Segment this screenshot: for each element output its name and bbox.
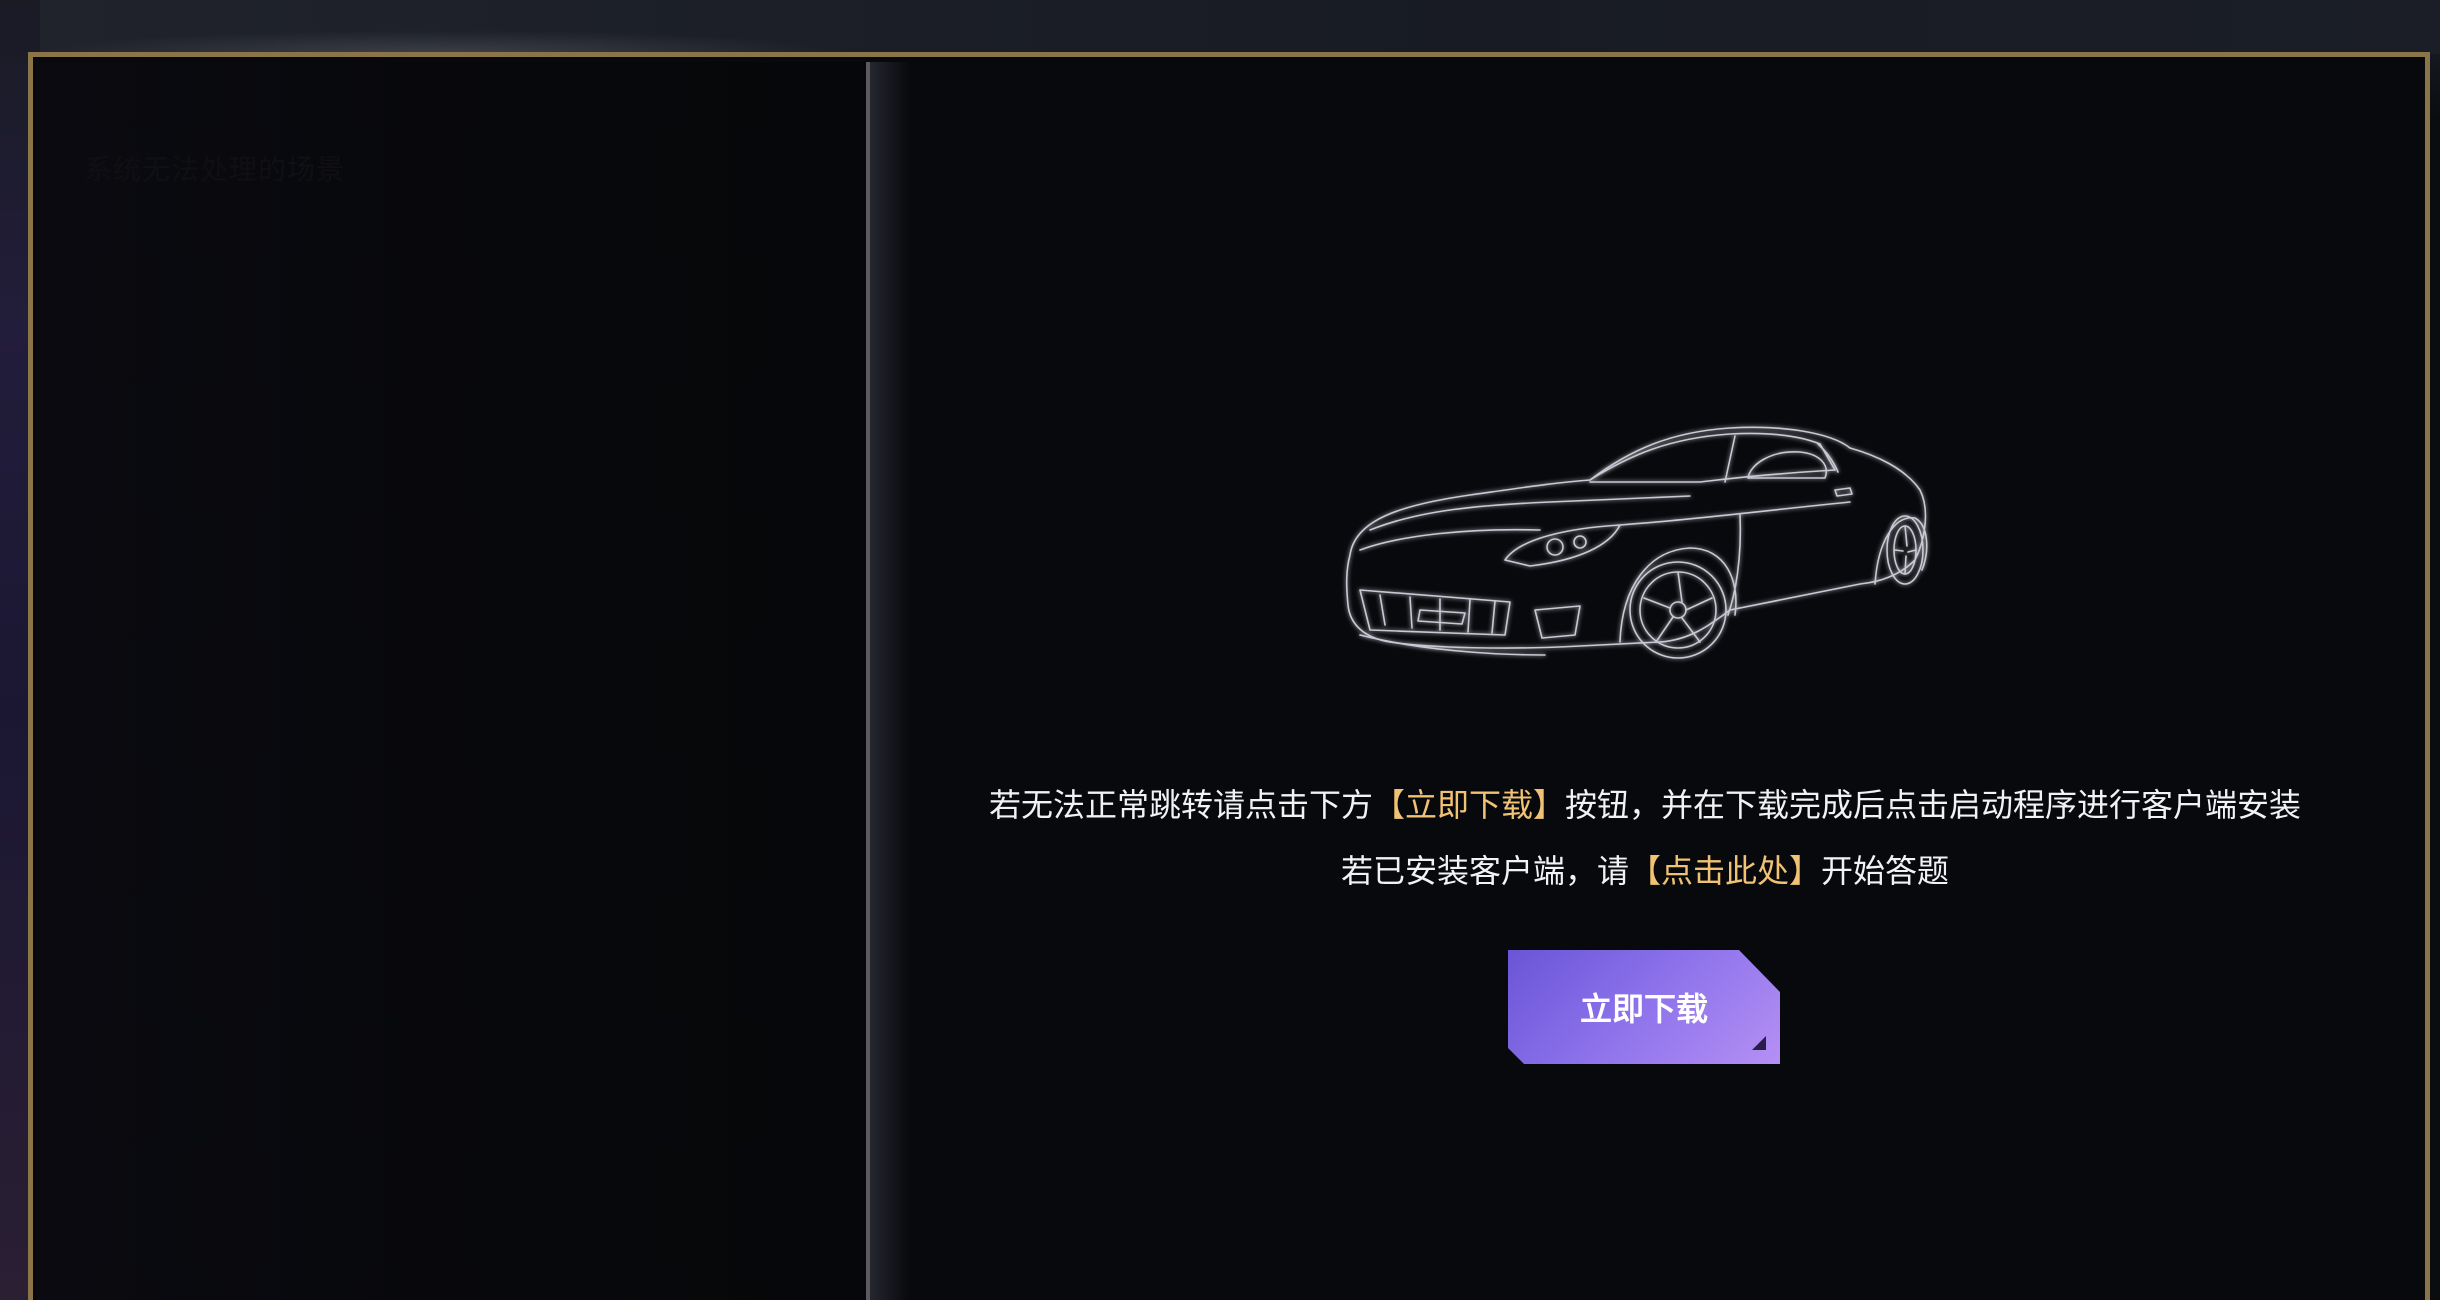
panel-divider-shadow: [870, 62, 910, 1300]
left-panel: [37, 62, 867, 1300]
top-bar-glow: [30, 30, 850, 54]
start-text-prefix: 若已安装客户端，请: [1340, 852, 1629, 890]
sports-car-illustration: [1330, 410, 1950, 700]
instruction-text-prefix: 若无法正常跳转请点击下方: [988, 786, 1373, 824]
click-here-link[interactable]: 【点击此处】: [1629, 852, 1821, 890]
download-button[interactable]: 立即下载: [1508, 950, 1780, 1064]
start-text-suffix: 开始答题: [1821, 852, 1950, 890]
instruction-text-suffix: 按钮，并在下载完成后点击启动程序进行客户端安装: [1565, 786, 2302, 824]
page: 系统无法处理的场景 若无法正常跳转请点击下方【立即下载】按钮，并在下载完成后点击…: [0, 0, 2440, 1300]
sports-car-icon: [1345, 426, 1928, 659]
instruction-highlight: 【立即下载】: [1372, 786, 1565, 824]
left-panel-title: 系统无法处理的场景: [84, 153, 346, 186]
start-answer-instruction: 若已安装客户端，请【点击此处】开始答题: [880, 846, 2410, 892]
button-corner-mark: [1752, 1036, 1766, 1050]
download-instruction: 若无法正常跳转请点击下方【立即下载】按钮，并在下载完成后点击启动程序进行客户端安…: [880, 780, 2410, 826]
